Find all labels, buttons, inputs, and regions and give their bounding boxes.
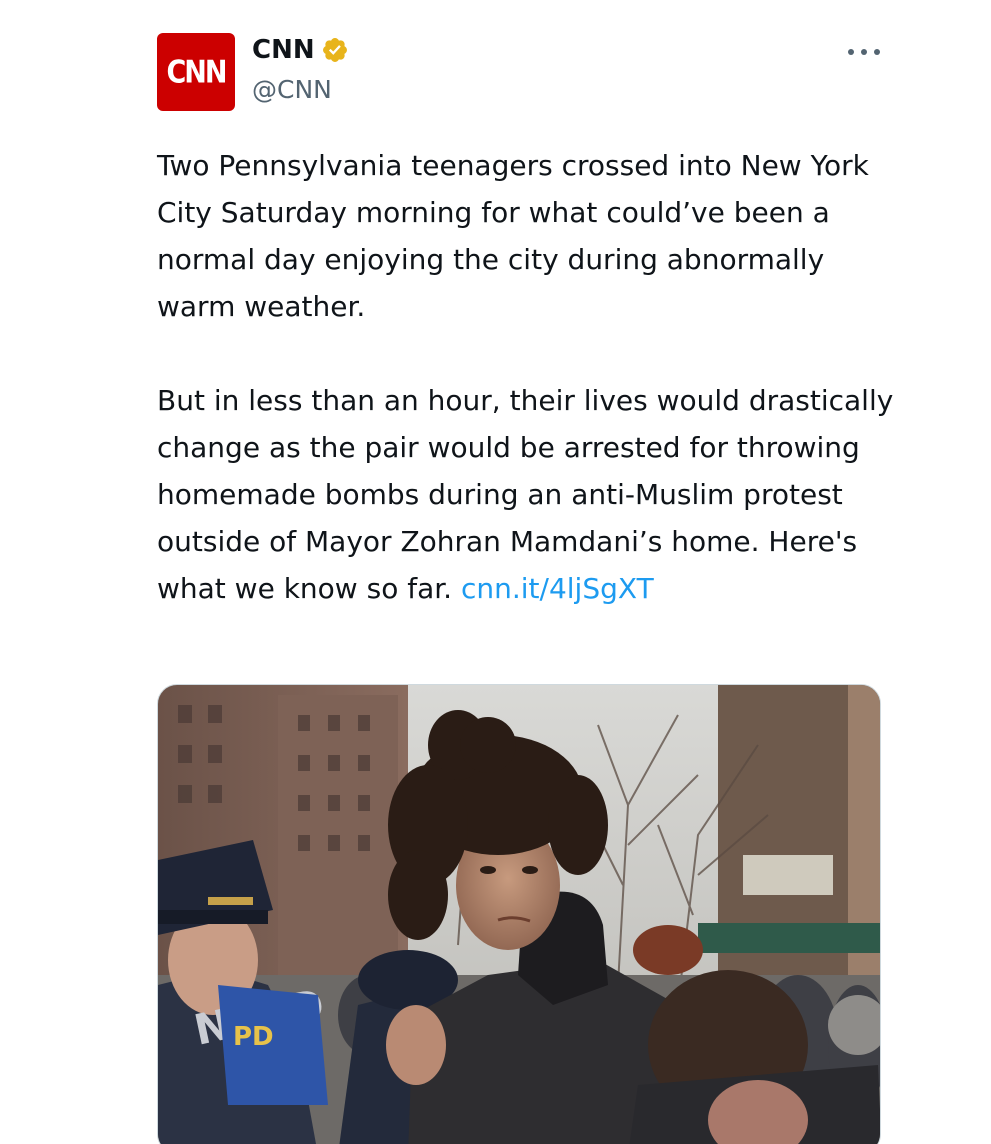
display-name[interactable]: CNN bbox=[252, 35, 315, 65]
article-link[interactable]: cnn.it/4ljSgXT bbox=[461, 572, 654, 605]
more-options-icon[interactable] bbox=[846, 40, 882, 64]
avatar[interactable]: CNN bbox=[157, 33, 235, 111]
avatar-logo-text: CNN bbox=[166, 54, 227, 90]
tweet: CNN CNN @CNN Two Pennsylvania teenagers … bbox=[0, 0, 991, 1144]
tweet-photo[interactable]: NYPD PD bbox=[157, 684, 881, 1144]
svg-text:PD: PD bbox=[233, 1022, 274, 1052]
verified-badge-icon bbox=[321, 36, 349, 64]
tweet-text: Two Pennsylvania teenagers crossed into … bbox=[157, 142, 897, 612]
tweet-paragraph-1: Two Pennsylvania teenagers crossed into … bbox=[157, 149, 869, 323]
user-handle[interactable]: @CNN bbox=[252, 75, 332, 104]
display-name-row[interactable]: CNN bbox=[252, 35, 349, 65]
tweet-paragraph-2: But in less than an hour, their lives wo… bbox=[157, 377, 897, 612]
